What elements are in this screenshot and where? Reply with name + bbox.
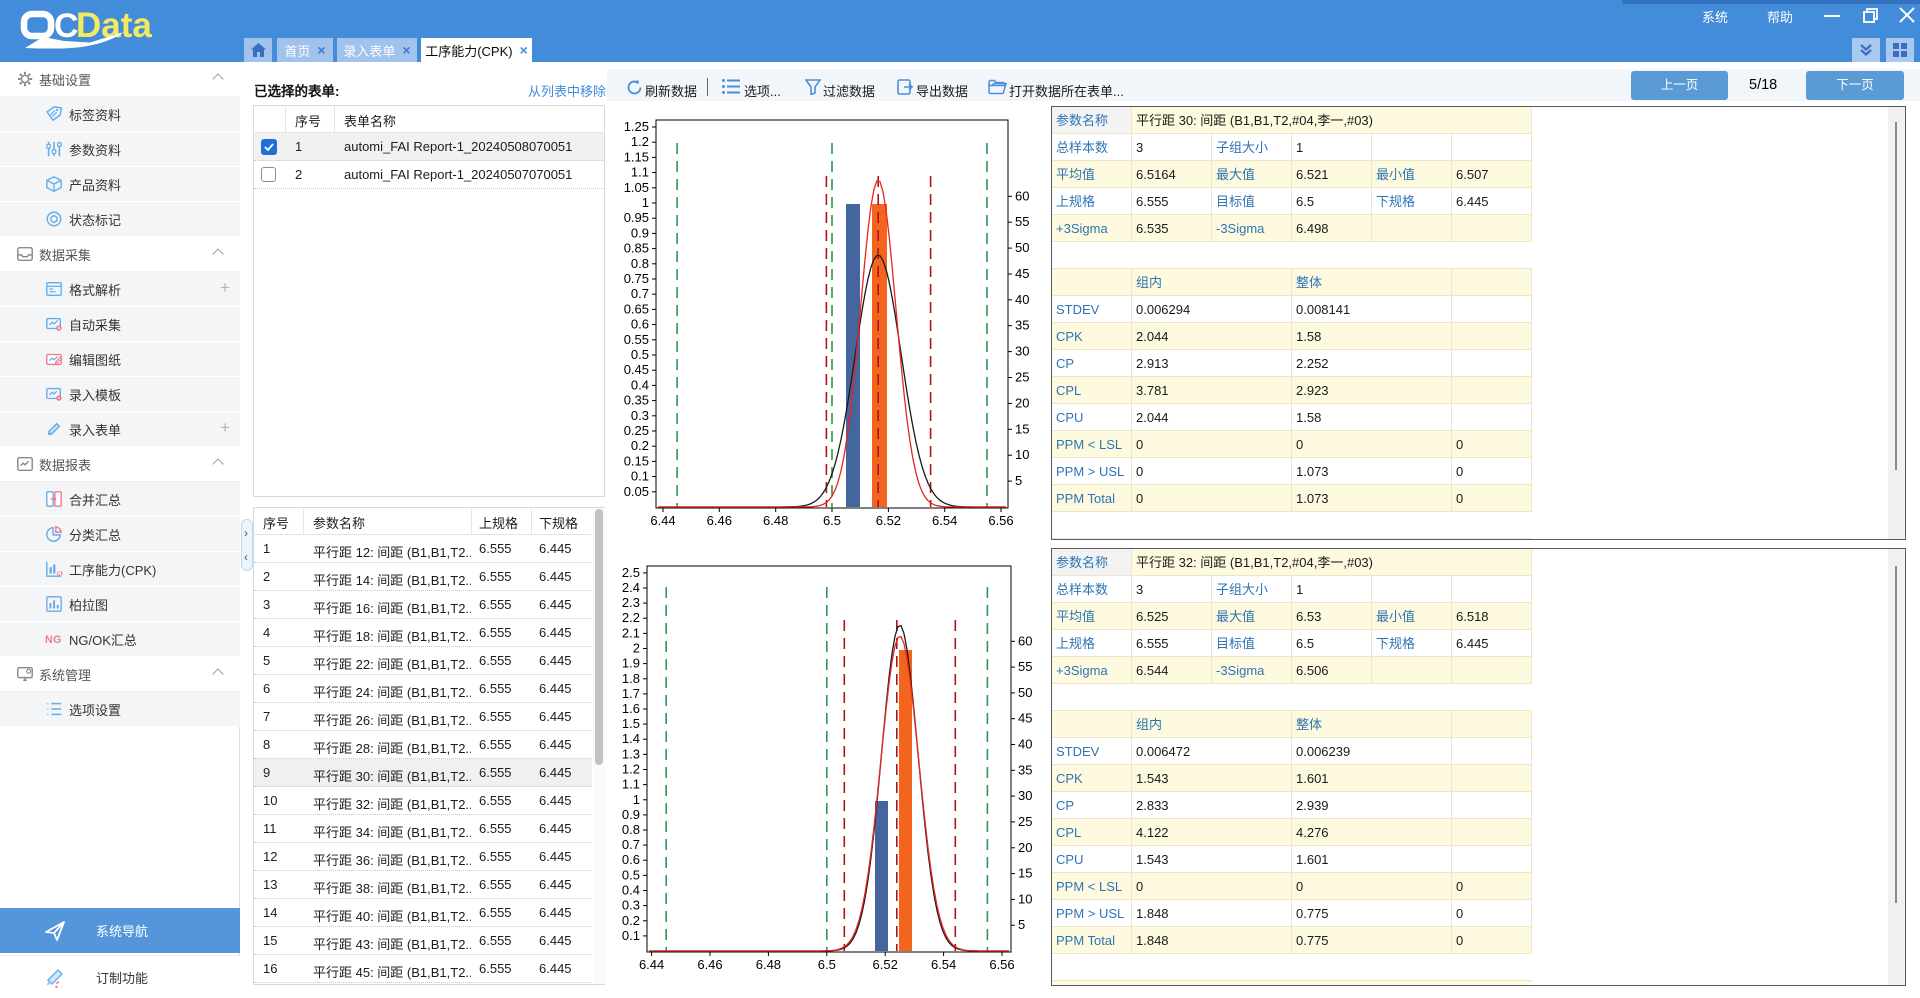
svg-text:1.9: 1.9 — [622, 656, 640, 671]
svg-text:20: 20 — [1018, 840, 1032, 855]
svg-text:0.4: 0.4 — [622, 883, 640, 898]
svg-text:0.6: 0.6 — [622, 852, 640, 867]
svg-text:0.2: 0.2 — [622, 913, 640, 928]
svg-text:6.56: 6.56 — [989, 957, 1014, 972]
svg-text:1.7: 1.7 — [622, 686, 640, 701]
svg-text:25: 25 — [1018, 814, 1032, 829]
svg-text:45: 45 — [1018, 711, 1032, 726]
svg-text:6.5: 6.5 — [818, 957, 836, 972]
svg-text:55: 55 — [1018, 659, 1032, 674]
svg-text:2: 2 — [633, 641, 640, 656]
svg-text:2.2: 2.2 — [622, 610, 640, 625]
svg-text:6.52: 6.52 — [873, 957, 898, 972]
svg-text:15: 15 — [1018, 866, 1032, 881]
svg-text:1.4: 1.4 — [622, 731, 640, 746]
svg-text:1.5: 1.5 — [622, 716, 640, 731]
svg-text:5: 5 — [1018, 917, 1025, 932]
svg-text:1.8: 1.8 — [622, 671, 640, 686]
svg-text:2.5: 2.5 — [622, 565, 640, 580]
svg-text:50: 50 — [1018, 685, 1032, 700]
svg-text:1.2: 1.2 — [622, 762, 640, 777]
svg-text:6.48: 6.48 — [756, 957, 781, 972]
svg-text:0.7: 0.7 — [622, 837, 640, 852]
svg-text:0.5: 0.5 — [622, 867, 640, 882]
svg-text:0.1: 0.1 — [622, 928, 640, 943]
svg-text:6.54: 6.54 — [931, 957, 956, 972]
svg-text:2.1: 2.1 — [622, 625, 640, 640]
svg-text:2.4: 2.4 — [622, 580, 640, 595]
svg-text:30: 30 — [1018, 788, 1032, 803]
svg-text:1: 1 — [633, 792, 640, 807]
svg-text:1.1: 1.1 — [622, 777, 640, 792]
svg-text:6.46: 6.46 — [697, 957, 722, 972]
svg-text:1.3: 1.3 — [622, 746, 640, 761]
svg-text:1.6: 1.6 — [622, 701, 640, 716]
svg-text:40: 40 — [1018, 737, 1032, 752]
svg-text:0.3: 0.3 — [622, 898, 640, 913]
svg-text:10: 10 — [1018, 891, 1032, 906]
svg-text:35: 35 — [1018, 762, 1032, 777]
svg-text:60: 60 — [1018, 633, 1032, 648]
svg-text:0.9: 0.9 — [622, 807, 640, 822]
svg-text:0.8: 0.8 — [622, 822, 640, 837]
svg-text:6.44: 6.44 — [639, 957, 664, 972]
svg-text:2.3: 2.3 — [622, 595, 640, 610]
